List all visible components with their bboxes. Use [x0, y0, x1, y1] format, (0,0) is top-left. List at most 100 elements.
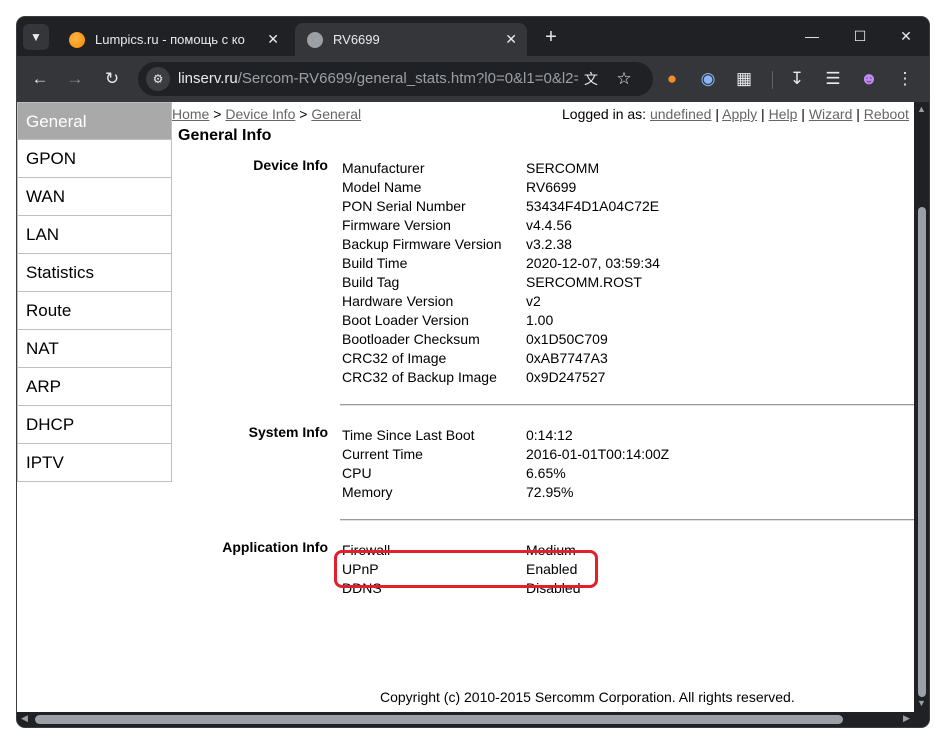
page-viewport: General GPON WAN LAN Statistics Route NA…	[17, 102, 914, 712]
close-window-button[interactable]: ✕	[883, 17, 929, 55]
address-bar[interactable]: ⚙ linserv.ru/Sercom-RV6699/general_stats…	[138, 62, 653, 96]
info-key: Current Time	[342, 446, 423, 462]
nav-item-nat[interactable]: NAT	[17, 330, 172, 368]
extension-fox-icon[interactable]: ●	[657, 64, 687, 94]
nav-item-dhcp[interactable]: DHCP	[17, 406, 172, 444]
nav-item-lan[interactable]: LAN	[17, 216, 172, 254]
vertical-scrollbar[interactable]: ▲ ▼	[914, 102, 929, 712]
lumpics-favicon-icon	[69, 32, 85, 48]
info-key: Memory	[342, 484, 393, 500]
section-system-info-label: System Info	[248, 424, 328, 440]
horizontal-scrollbar[interactable]: ◀ ▶	[17, 712, 929, 727]
info-row: Time Since Last Boot 0:14:12	[342, 426, 742, 445]
info-row: Firmware Version v4.4.56	[342, 216, 742, 235]
minimize-button[interactable]: —	[789, 17, 835, 55]
info-value: RV6699	[526, 179, 577, 195]
info-key: Model Name	[342, 179, 422, 195]
tab-strip: ▼ Lumpics.ru - помощь с компь ✕ RV6699 ✕…	[17, 17, 929, 56]
logged-in-label: Logged in as:	[562, 106, 650, 122]
reload-button[interactable]: ↻	[97, 64, 127, 94]
info-row: Model Name RV6699	[342, 178, 742, 197]
bookmark-star-icon[interactable]: ☆	[612, 67, 636, 91]
site-settings-icon[interactable]: ⚙	[146, 67, 170, 91]
page-title: General Info	[178, 127, 272, 144]
url-text[interactable]: linserv.ru/Sercom-RV6699/general_stats.h…	[178, 62, 578, 96]
info-value: SERCOMM.ROST	[526, 274, 642, 290]
info-key: PON Serial Number	[342, 198, 466, 214]
info-value: 0:14:12	[526, 427, 573, 443]
extension-ghost-icon[interactable]: ◉	[693, 64, 723, 94]
divider	[340, 519, 914, 521]
new-tab-button[interactable]: +	[537, 23, 565, 51]
apply-link[interactable]: Apply	[722, 106, 757, 122]
scroll-left-arrow-icon[interactable]: ◀	[21, 713, 28, 724]
browser-toolbar: ← → ↻ ⚙ linserv.ru/Sercom-RV6699/general…	[17, 56, 929, 102]
menu-kebab-icon[interactable]: ⋮	[890, 64, 920, 94]
help-link[interactable]: Help	[769, 106, 798, 122]
vertical-scroll-thumb[interactable]	[918, 207, 926, 697]
info-value: SERCOMM	[526, 160, 600, 176]
info-key: Backup Firmware Version	[342, 236, 502, 252]
breadcrumb-general-link[interactable]: General	[311, 106, 361, 122]
info-key: Hardware Version	[342, 293, 454, 309]
info-value: 2016-01-01T00:14:00Z	[526, 446, 670, 462]
nav-item-iptv[interactable]: IPTV	[17, 444, 172, 482]
nav-item-arp[interactable]: ARP	[17, 368, 172, 406]
horizontal-scroll-thumb[interactable]	[35, 715, 843, 724]
info-value: 2020-12-07, 03:59:34	[526, 255, 660, 271]
globe-icon	[307, 32, 323, 48]
info-row: Hardware Version v2	[342, 292, 742, 311]
header-links: Logged in as: undefined | Apply | Help |…	[562, 106, 914, 122]
nav-item-gpon[interactable]: GPON	[17, 140, 172, 178]
close-icon[interactable]: ✕	[267, 23, 279, 56]
breadcrumb: Home > Device Info > General	[172, 106, 362, 122]
breadcrumb-device-info-link[interactable]: Device Info	[225, 106, 295, 122]
info-value: 0x9D247527	[526, 369, 606, 385]
info-row: CRC32 of Image 0xAB7747A3	[342, 349, 742, 368]
info-key: CPU	[342, 465, 372, 481]
scroll-right-arrow-icon[interactable]: ▶	[903, 713, 910, 724]
info-value: v3.2.38	[526, 236, 572, 252]
nav-item-route[interactable]: Route	[17, 292, 172, 330]
info-value: v4.4.56	[526, 217, 572, 233]
nav-item-statistics[interactable]: Statistics	[17, 254, 172, 292]
profile-avatar-icon[interactable]: ☻	[854, 64, 884, 94]
info-row: Backup Firmware Version v3.2.38	[342, 235, 742, 254]
breadcrumb-home-link[interactable]: Home	[172, 106, 209, 122]
info-value: 1.00	[526, 312, 554, 328]
reboot-link[interactable]: Reboot	[864, 106, 909, 122]
info-row: Memory 72.95%	[342, 483, 742, 502]
translate-icon[interactable]: 文	[579, 67, 603, 91]
info-row: Boot Loader Version 1.00	[342, 311, 742, 330]
close-icon[interactable]: ✕	[505, 23, 517, 56]
info-value: 72.95%	[526, 484, 574, 500]
maximize-button[interactable]: ☐	[837, 17, 883, 55]
tab-rv6699[interactable]: RV6699 ✕	[295, 23, 527, 56]
scroll-down-arrow-icon[interactable]: ▼	[917, 698, 926, 708]
info-key: CRC32 of Image	[342, 350, 447, 366]
scroll-up-arrow-icon[interactable]: ▲	[917, 104, 926, 114]
copyright-text: Copyright (c) 2010-2015 Sercomm Corporat…	[380, 689, 795, 705]
extensions-puzzle-icon[interactable]: ▦	[729, 64, 759, 94]
forward-button[interactable]: →	[60, 64, 90, 94]
info-key: Manufacturer	[342, 160, 425, 176]
download-icon[interactable]: ↧	[782, 64, 812, 94]
info-key: Bootloader Checksum	[342, 331, 480, 347]
toolbar-divider	[772, 71, 773, 89]
info-key: Time Since Last Boot	[342, 427, 475, 443]
info-value: 0xAB7747A3	[526, 350, 608, 366]
tab-search-button[interactable]: ▼	[23, 24, 49, 50]
info-row: Build Time 2020-12-07, 03:59:34	[342, 254, 742, 273]
nav-item-wan[interactable]: WAN	[17, 178, 172, 216]
back-button[interactable]: ←	[25, 64, 55, 94]
info-row: Current Time 2016-01-01T00:14:00Z	[342, 445, 742, 464]
info-row: Manufacturer SERCOMM	[342, 159, 742, 178]
info-row: CRC32 of Backup Image 0x9D247527	[342, 368, 742, 387]
wizard-link[interactable]: Wizard	[809, 106, 853, 122]
info-row: Build Tag SERCOMM.ROST	[342, 273, 742, 292]
media-queue-icon[interactable]: ☰	[818, 64, 848, 94]
nav-item-general[interactable]: General	[17, 102, 172, 140]
tab-lumpics[interactable]: Lumpics.ru - помощь с компь ✕	[57, 23, 289, 56]
user-link[interactable]: undefined	[650, 106, 712, 122]
upnp-highlight-annotation	[334, 550, 598, 588]
